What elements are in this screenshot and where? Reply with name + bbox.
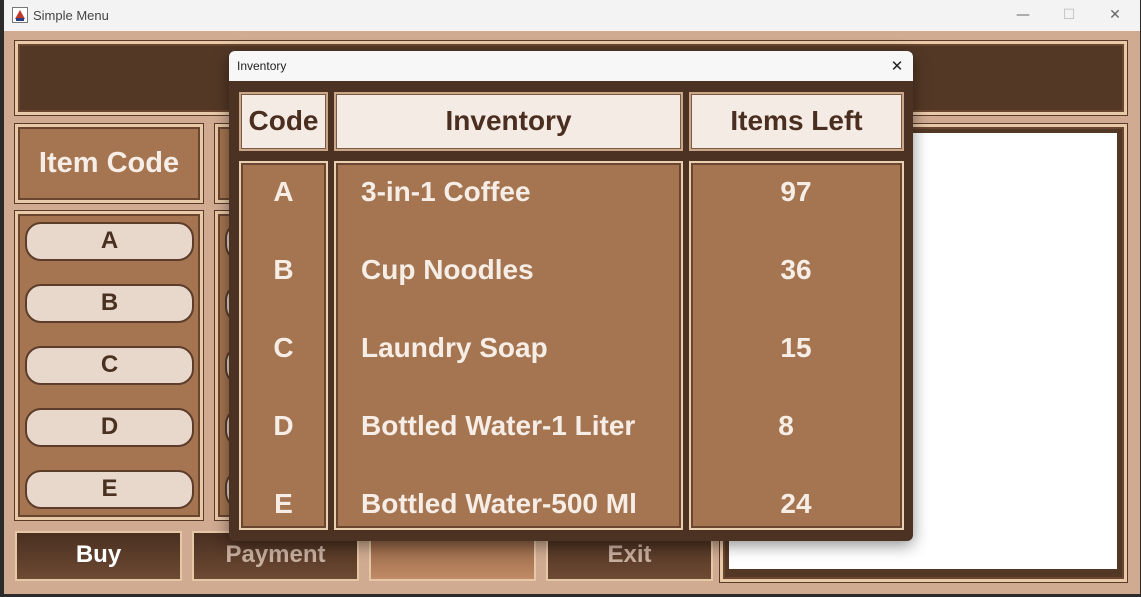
item-button-b[interactable]: B [25,284,194,323]
minimize-button[interactable]: — [1000,0,1046,31]
row-name-cell: Laundry Soap [361,332,548,363]
item-button-a[interactable]: A [25,222,194,261]
item-button-c[interactable]: C [25,346,194,385]
dialog-titlebar: Inventory ✕ [229,51,913,81]
main-titlebar: Simple Menu — ☐ ✕ [4,0,1140,31]
dialog-close-button[interactable]: ✕ [881,51,913,81]
row-name-cell: 3-in-1 Coffee [361,176,531,207]
row-left-cell: 15 [780,332,812,363]
inventory-dialog: Inventory ✕ Code Inventory Items Left A … [229,51,913,541]
dialog-title: Inventory [237,59,287,73]
row-code-cell: A [273,176,294,207]
row-name-cell: Cup Noodles [361,254,534,285]
item-button-d[interactable]: D [25,408,194,447]
row-code-cell: D [273,410,294,441]
header-code: Code [239,92,328,151]
java-app-icon [12,7,28,23]
row-left-cell: 24 [780,488,812,519]
maximize-button[interactable]: ☐ [1046,0,1092,31]
row-code-cell: E [274,488,293,519]
row-code-cell: B [273,254,294,285]
row-name-cell: Bottled Water-500 Ml [361,488,637,519]
header-items-left: Items Left [689,92,904,151]
buy-button[interactable]: Buy [15,531,182,581]
item-button-e[interactable]: E [25,470,194,509]
header-inventory: Inventory [334,92,683,151]
row-left-cell: 97 [780,176,812,207]
close-button[interactable]: ✕ [1092,0,1138,31]
main-window-title: Simple Menu [33,8,109,23]
row-name-cell: Bottled Water-1 Liter [361,410,636,441]
row-left-cell: 36 [780,254,812,285]
row-left-cell: 8 [778,410,794,441]
row-code-cell: C [273,332,294,363]
item-code-header: Item Code [15,124,203,203]
